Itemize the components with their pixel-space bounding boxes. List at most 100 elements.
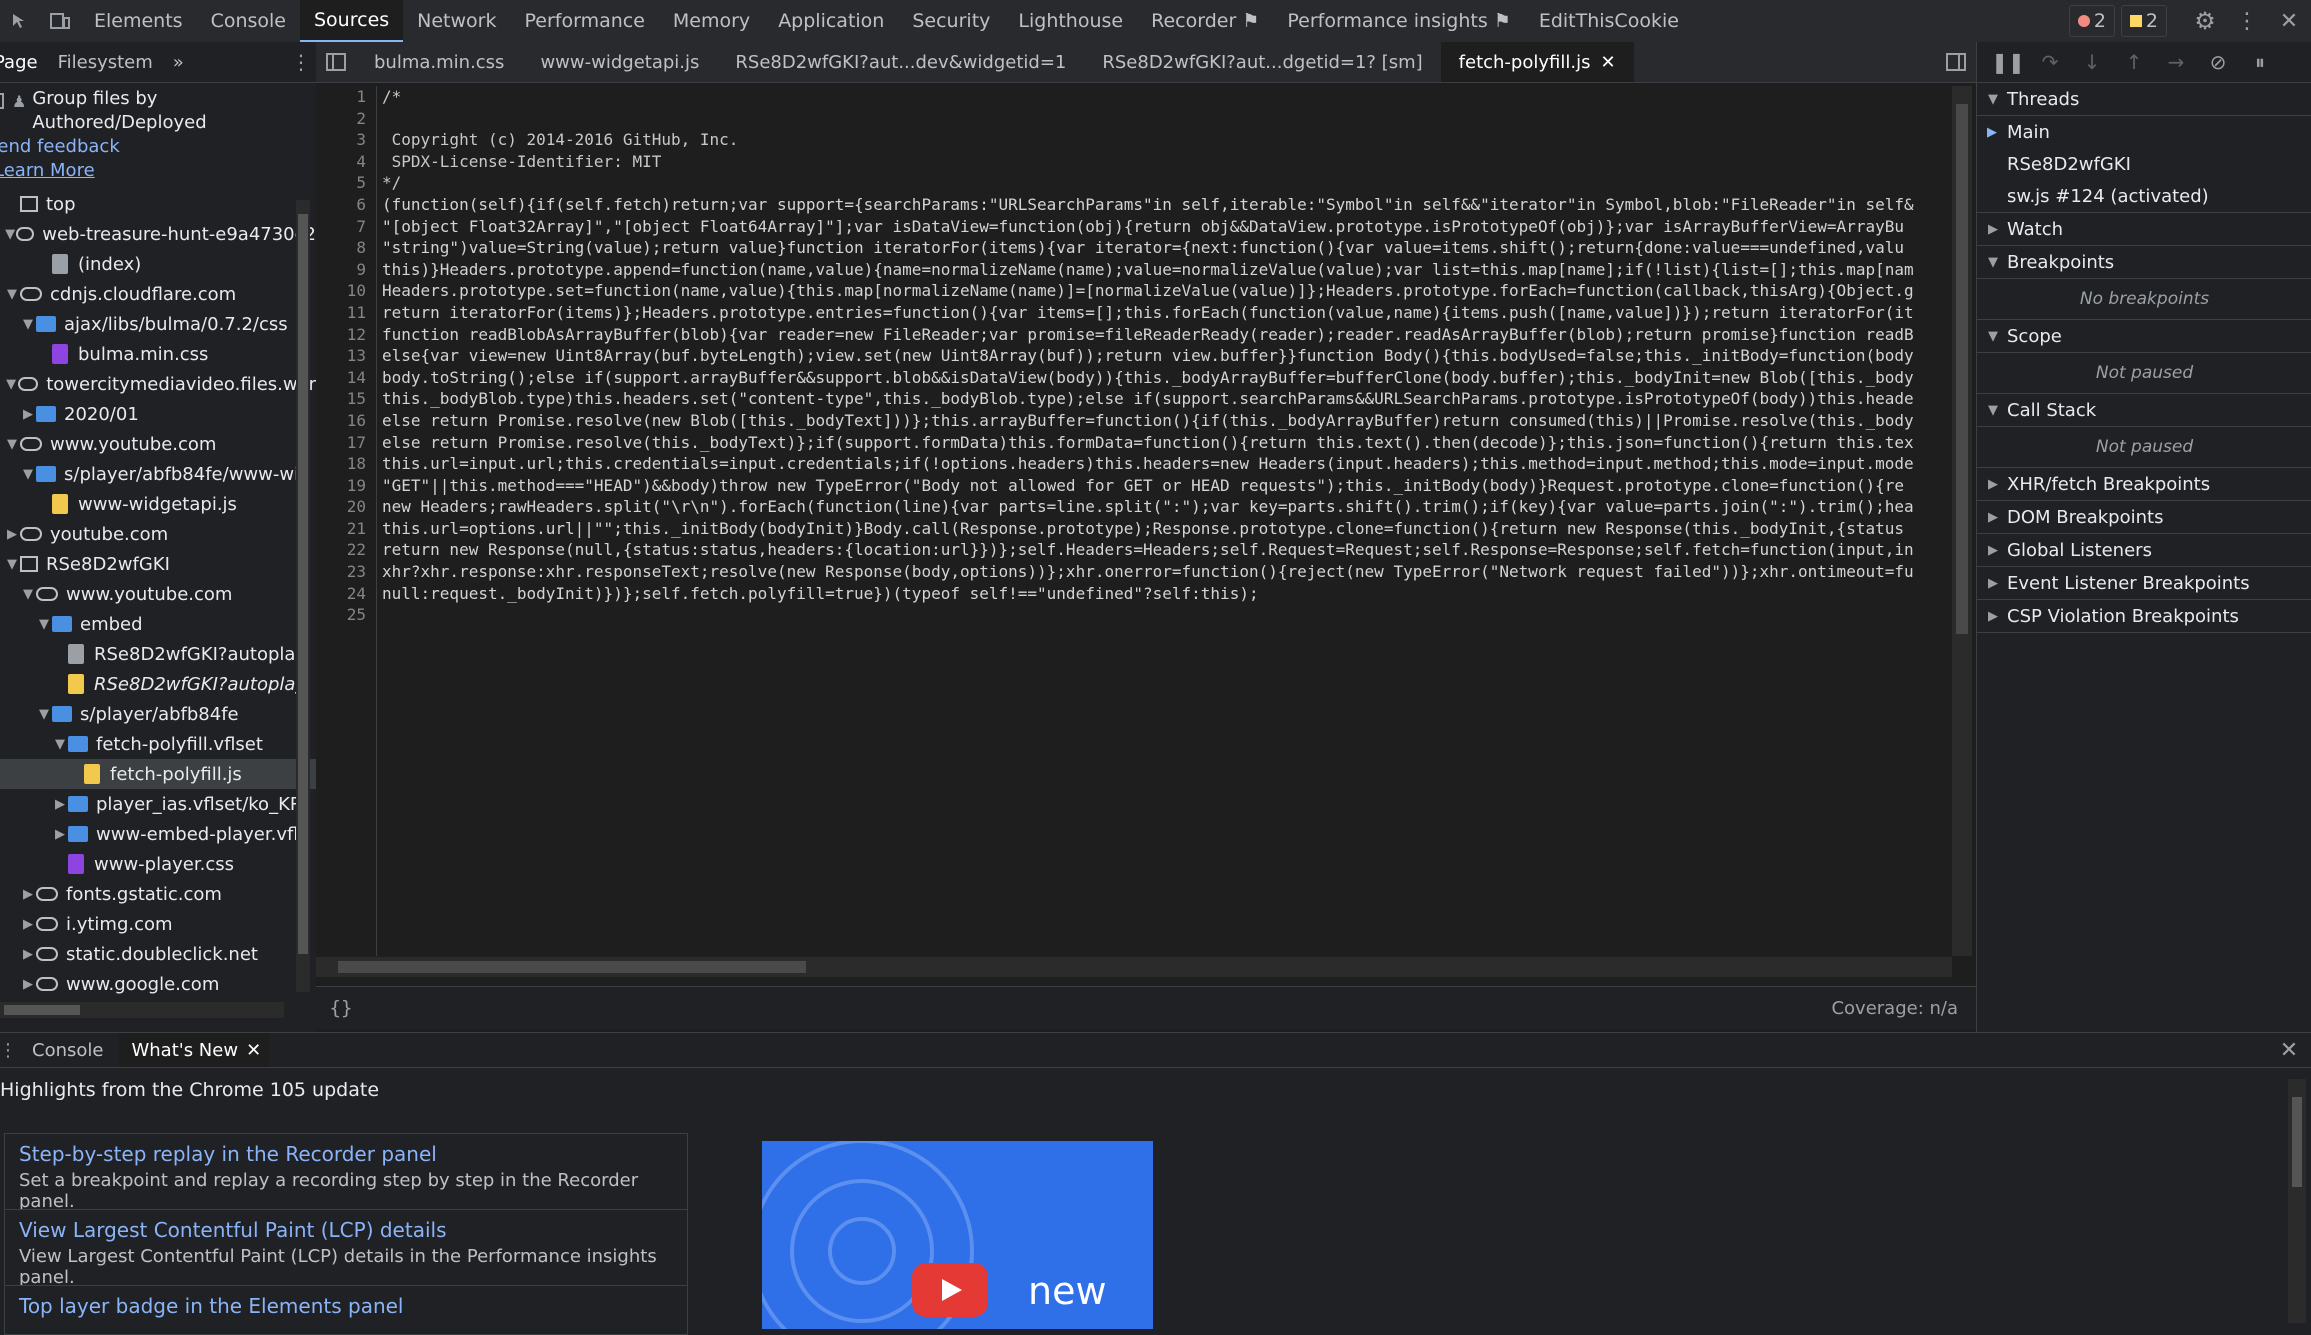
tab-network[interactable]: Network bbox=[403, 0, 510, 42]
code-line[interactable]: 18 this.url=input.url;this.credentials=in… bbox=[316, 453, 1952, 475]
pretty-print-button[interactable]: {} bbox=[316, 997, 366, 1019]
line-number[interactable]: 15 bbox=[316, 388, 378, 410]
close-tab-icon[interactable]: ✕ bbox=[1600, 52, 1615, 73]
tree-item[interactable]: ▼ ajax/libs/bulma/0.7.2/css bbox=[0, 309, 316, 339]
global-listeners-section[interactable]: ▶ Global Listeners bbox=[1977, 534, 2311, 567]
line-number[interactable]: 6 bbox=[316, 194, 378, 216]
close-drawer-icon[interactable]: ✕ bbox=[2267, 1038, 2311, 1063]
tree-item[interactable]: ▶ www.google.com bbox=[0, 969, 316, 999]
tree-item[interactable]: RSe8D2wfGKI?autoplay bbox=[0, 639, 316, 669]
code-line[interactable]: 1/* bbox=[316, 86, 1952, 108]
tab-application[interactable]: Application bbox=[764, 0, 898, 42]
chevron-down-icon[interactable]: ▼ bbox=[52, 737, 68, 752]
line-number[interactable]: 14 bbox=[316, 367, 378, 389]
line-number[interactable]: 25 bbox=[316, 604, 378, 626]
tree-item[interactable]: ▶ www-embed-player.vfls bbox=[0, 819, 316, 849]
tree-item[interactable]: ▶ fonts.gstatic.com bbox=[0, 879, 316, 909]
chevron-down-icon[interactable]: ▼ bbox=[4, 437, 20, 452]
editor-tab[interactable]: RSe8D2wfGKI?aut...dgetid=1? [sm] bbox=[1084, 42, 1440, 82]
whats-new-card[interactable]: Step-by-step replay in the Recorder pane… bbox=[4, 1133, 688, 1221]
step-over-icon[interactable]: ↷ bbox=[2029, 50, 2071, 74]
editor-tab[interactable]: RSe8D2wfGKI?aut...dev&widgetid=1 bbox=[717, 42, 1084, 82]
line-number[interactable]: 8 bbox=[316, 237, 378, 259]
code-line[interactable]: 4 SPDX-License-Identifier: MIT bbox=[316, 151, 1952, 173]
line-number[interactable]: 9 bbox=[316, 259, 378, 281]
tree-item[interactable]: ▶ youtube.com bbox=[0, 519, 316, 549]
close-devtools-icon[interactable]: ✕ bbox=[2267, 0, 2311, 42]
whats-new-video-thumbnail[interactable]: new bbox=[762, 1141, 1153, 1329]
line-number[interactable]: 24 bbox=[316, 583, 378, 605]
scope-section[interactable]: ▼ Scope bbox=[1977, 320, 2311, 353]
tree-item[interactable]: ▼ s/player/abfb84fe/www-wid bbox=[0, 459, 316, 489]
line-number[interactable]: 23 bbox=[316, 561, 378, 583]
csp-violation-breakpoints-section[interactable]: ▶ CSP Violation Breakpoints bbox=[1977, 600, 2311, 633]
code-line[interactable]: 5 */ bbox=[316, 172, 1952, 194]
chevron-down-icon[interactable]: ▼ bbox=[4, 377, 18, 392]
tab-performance-insights[interactable]: Performance insights ⚑ bbox=[1273, 0, 1524, 42]
code-line[interactable]: 21 this.url=options.url||"";this._initBod… bbox=[316, 518, 1952, 540]
navigator-hscrollbar[interactable] bbox=[0, 1002, 284, 1018]
chevron-right-icon[interactable]: ▶ bbox=[20, 407, 36, 422]
line-number[interactable]: 16 bbox=[316, 410, 378, 432]
event-listener-breakpoints-section[interactable]: ▶ Event Listener Breakpoints bbox=[1977, 567, 2311, 600]
chevron-down-icon[interactable]: ▼ bbox=[20, 317, 36, 332]
toggle-debugger-icon[interactable] bbox=[1936, 42, 1976, 82]
thread-item[interactable]: ▶ Main bbox=[1977, 116, 2311, 148]
drawer-menu-icon[interactable]: ⋮ bbox=[0, 1040, 17, 1061]
close-tab-icon[interactable]: ✕ bbox=[246, 1040, 261, 1061]
inspect-element-icon[interactable] bbox=[0, 0, 40, 42]
chevron-down-icon[interactable]: ▼ bbox=[4, 227, 16, 242]
card-title[interactable]: View Largest Contentful Paint (LCP) deta… bbox=[19, 1218, 673, 1242]
xhr-breakpoints-section[interactable]: ▶ XHR/fetch Breakpoints bbox=[1977, 468, 2311, 501]
drawer-scrollbar[interactable] bbox=[2288, 1079, 2306, 1323]
line-number[interactable]: 11 bbox=[316, 302, 378, 324]
tree-item[interactable]: ▼ embed bbox=[0, 609, 316, 639]
code-line[interactable]: 10 Headers.prototype.set=function(name,va… bbox=[316, 280, 1952, 302]
warning-counter[interactable]: 2 bbox=[2120, 5, 2167, 37]
code-line[interactable]: 13 else{var view=new Uint8Array(buf.byteL… bbox=[316, 345, 1952, 367]
code-line[interactable]: 9 this)}Headers.prototype.append=function… bbox=[316, 259, 1952, 281]
more-options-icon[interactable]: ⋮ bbox=[2227, 0, 2267, 42]
code-line[interactable]: 11 return iteratorFor(items)};Headers.pro… bbox=[316, 302, 1952, 324]
code-line[interactable]: 24 null:request._bodyInit)})};self.fetch.… bbox=[316, 583, 1952, 605]
tree-item[interactable]: ▼ cdnjs.cloudflare.com bbox=[0, 279, 316, 309]
code-line[interactable]: 2 bbox=[316, 108, 1952, 130]
settings-gear-icon[interactable]: ⚙ bbox=[2183, 0, 2227, 42]
tab-lighthouse[interactable]: Lighthouse bbox=[1004, 0, 1137, 42]
code-line[interactable]: 16 else return Promise.resolve(new Blob([… bbox=[316, 410, 1952, 432]
code-line[interactable]: 22 return new Response(null,{status:statu… bbox=[316, 539, 1952, 561]
chevron-right-icon[interactable]: ▶ bbox=[52, 797, 68, 812]
tree-item[interactable]: top bbox=[0, 189, 316, 219]
chevron-right-icon[interactable]: ▶ bbox=[20, 917, 36, 932]
line-number[interactable]: 21 bbox=[316, 518, 378, 540]
code-line[interactable]: 15 this._bodyBlob.type)this.headers.set("… bbox=[316, 388, 1952, 410]
line-number[interactable]: 19 bbox=[316, 475, 378, 497]
tree-item[interactable]: www-player.css bbox=[0, 849, 316, 879]
thread-item[interactable]: RSe8D2wfGKI bbox=[1977, 148, 2311, 180]
code-line[interactable]: 14 body.toString();else if(support.arrayB… bbox=[316, 367, 1952, 389]
line-number[interactable]: 7 bbox=[316, 216, 378, 238]
line-number[interactable]: 18 bbox=[316, 453, 378, 475]
tab-console[interactable]: Console bbox=[197, 0, 300, 42]
learn-more-link[interactable]: Learn More bbox=[0, 159, 316, 183]
tree-item[interactable]: fetch-polyfill.js bbox=[0, 759, 316, 789]
code-line[interactable]: 6 (function(self){if(self.fetch)return;va… bbox=[316, 194, 1952, 216]
line-number[interactable]: 3 bbox=[316, 129, 378, 151]
line-number[interactable]: 1 bbox=[316, 86, 378, 108]
tab-security[interactable]: Security bbox=[898, 0, 1004, 42]
tree-item[interactable]: RSe8D2wfGKI?autoplay bbox=[0, 669, 316, 699]
line-number[interactable]: 12 bbox=[316, 324, 378, 346]
tree-item[interactable]: bulma.min.css bbox=[0, 339, 316, 369]
tree-item[interactable]: ▼ fetch-polyfill.vflset bbox=[0, 729, 316, 759]
thread-item[interactable]: sw.js #124 (activated) bbox=[1977, 180, 2311, 213]
code-line[interactable]: 23 xhr?xhr.response:xhr.responseText;reso… bbox=[316, 561, 1952, 583]
toggle-navigator-icon[interactable] bbox=[316, 42, 356, 82]
more-tabs-icon[interactable]: » bbox=[167, 42, 190, 82]
navigator-menu-icon[interactable]: ⋮ bbox=[286, 50, 316, 74]
tree-item[interactable]: ▶ static.doubleclick.net bbox=[0, 939, 316, 969]
code-line[interactable]: 3 Copyright (c) 2014-2016 GitHub, Inc. bbox=[316, 129, 1952, 151]
play-button-icon[interactable] bbox=[912, 1263, 988, 1317]
tree-item[interactable]: www-widgetapi.js bbox=[0, 489, 316, 519]
tree-item[interactable]: ▶ i.ytimg.com bbox=[0, 909, 316, 939]
tab-filesystem[interactable]: Filesystem bbox=[44, 42, 167, 82]
